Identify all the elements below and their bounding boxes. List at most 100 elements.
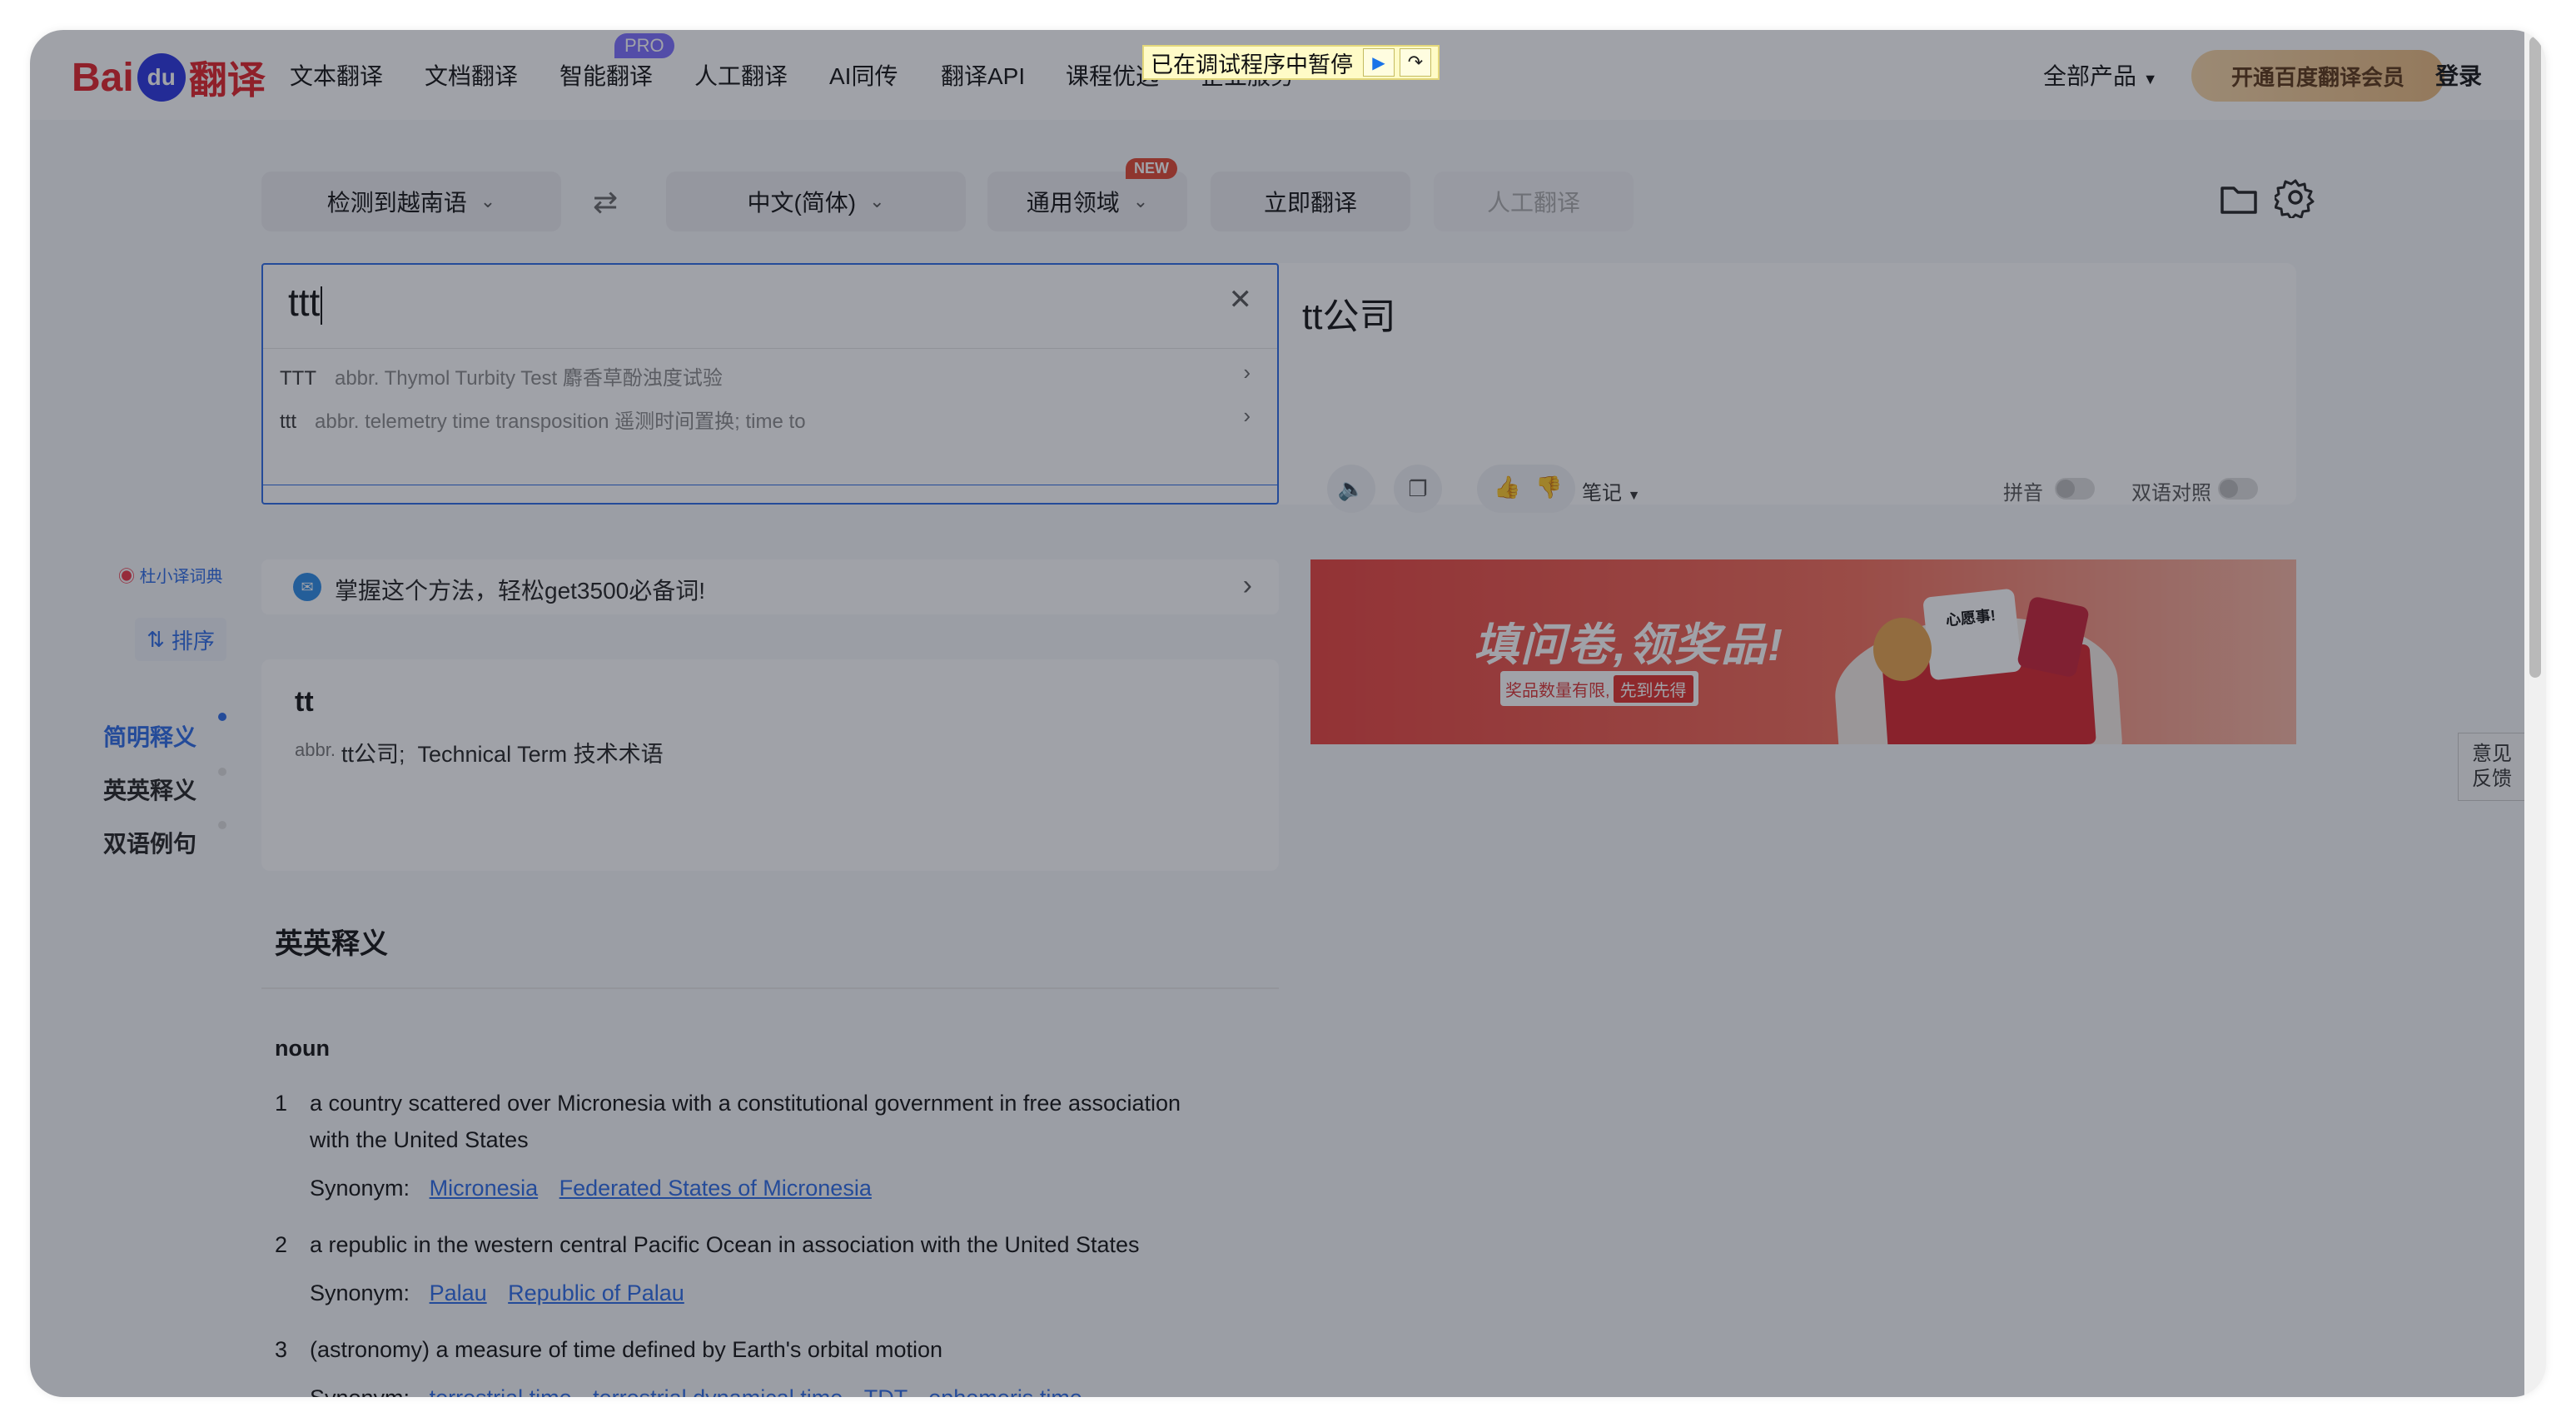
speaker-icon[interactable]: 🔈 bbox=[1327, 465, 1375, 513]
bilingual-toggle[interactable] bbox=[2218, 478, 2258, 500]
banner-subline-text: 奖品数量有限, bbox=[1505, 681, 1610, 700]
feedback-line2: 反馈 bbox=[2472, 768, 2512, 790]
domain-label: 通用领域 bbox=[1026, 190, 1120, 216]
source-language-select[interactable]: 检测到越南语 ⌄ bbox=[261, 172, 561, 231]
synonym-link[interactable]: ephemeris time bbox=[928, 1385, 1082, 1397]
baidu-fanyi-logo[interactable]: Bai du 翻译 bbox=[72, 40, 266, 115]
vocab-promo-bar[interactable]: ✉ 掌握这个方法，轻松get3500必备词! › bbox=[261, 559, 1279, 614]
chevron-down-icon: ⌄ bbox=[869, 191, 885, 211]
source-text-input[interactable]: ttt bbox=[288, 280, 322, 325]
chevron-right-icon: › bbox=[1243, 360, 1251, 385]
banner-subline: 奖品数量有限, 先到先得 bbox=[1500, 671, 1698, 706]
rail-dot bbox=[218, 821, 226, 829]
synonym-row: Synonym: Micronesia Federated States of … bbox=[310, 1176, 872, 1201]
swap-languages-icon[interactable]: ⇄ bbox=[593, 185, 618, 220]
all-products-menu[interactable]: 全部产品 ▼ bbox=[2043, 58, 2158, 92]
synonym-label: Synonym: bbox=[310, 1385, 410, 1397]
sort-label: 排序 bbox=[171, 628, 215, 654]
source-language-label: 检测到越南语 bbox=[326, 190, 467, 216]
synonym-link[interactable]: Republic of Palau bbox=[508, 1280, 684, 1305]
brief-meaning: tt公司; Technical Term 技术术语 bbox=[341, 742, 664, 767]
banner-gift-bag: 心愿事! bbox=[1922, 588, 2022, 681]
suggestion-word: ttt bbox=[280, 410, 297, 433]
target-language-select[interactable]: 中文(简体) ⌄ bbox=[666, 172, 966, 231]
nav-ai-interpret[interactable]: AI同传 bbox=[829, 58, 898, 92]
domain-select[interactable]: 通用领域 ⌄ bbox=[987, 172, 1187, 231]
nav-human-translate[interactable]: 人工翻译 bbox=[694, 58, 788, 92]
synonym-row: Synonym: Palau Republic of Palau bbox=[310, 1280, 684, 1306]
all-products-label: 全部产品 bbox=[2043, 63, 2137, 89]
nav-translate-api[interactable]: 翻译API bbox=[941, 58, 1025, 92]
survey-prize-banner[interactable]: 填问卷,领奖品! 奖品数量有限, 先到先得 心愿事! bbox=[1310, 559, 2296, 744]
section-title-english: 英英释义 bbox=[275, 928, 388, 960]
settings-gear-icon[interactable] bbox=[2272, 177, 2316, 221]
pos-heading: noun bbox=[275, 1036, 330, 1061]
banner-bear-mascot bbox=[1873, 618, 1932, 681]
sense-text: a country scattered over Micronesia with… bbox=[310, 1091, 1181, 1116]
suggestion-definition: abbr. telemetry time transposition 遥测时间置… bbox=[315, 410, 806, 433]
thumbs-down-icon[interactable]: 👎 bbox=[1535, 475, 1562, 500]
synonym-link[interactable]: Federated States of Micronesia bbox=[559, 1176, 872, 1201]
target-language-label: 中文(简体) bbox=[747, 190, 857, 216]
suggestion-word: TTT bbox=[280, 367, 316, 390]
synonym-link[interactable]: terrestrial time bbox=[430, 1385, 572, 1397]
chevron-right-icon: › bbox=[1243, 403, 1251, 428]
chevron-down-icon: ⌄ bbox=[1132, 191, 1149, 211]
section-divider bbox=[261, 987, 1279, 989]
source-text-area[interactable]: ttt ✕ TTT abbr. Thymol Turbity Test 麝香草酚浊… bbox=[261, 263, 1279, 505]
vip-membership-button[interactable]: 开通百度翻译会员 bbox=[2191, 50, 2444, 102]
banner-cta: 先到先得 bbox=[1613, 674, 1693, 703]
translation-output-panel: tt公司 🔈 ❐ 👍 👎 笔记 ▼ 拼音 双语对照 bbox=[1279, 263, 2296, 513]
dict-source-label: 杜小译词典 bbox=[139, 568, 223, 586]
pinyin-toggle[interactable] bbox=[2055, 478, 2095, 500]
rail-item-english[interactable]: 英英释义 bbox=[103, 773, 196, 806]
logo-bai-text: Bai bbox=[72, 55, 134, 100]
rail-item-examples[interactable]: 双语例句 bbox=[103, 826, 196, 859]
resume-icon[interactable]: ▶ bbox=[1363, 48, 1395, 77]
rail-dot bbox=[218, 768, 226, 776]
sense-text: (astronomy) a measure of time defined by… bbox=[310, 1337, 942, 1362]
debugger-paused-banner-top: 已在调试程序中暂停 ▶ ↷ bbox=[1142, 45, 1440, 80]
notes-menu[interactable]: 笔记 ▼ bbox=[1582, 476, 1641, 505]
promo-text: 掌握这个方法，轻松get3500必备词! bbox=[335, 578, 705, 604]
nav-doc-translate[interactable]: 文档翻译 bbox=[425, 58, 518, 92]
suggestion-item[interactable]: TTT abbr. Thymol Turbity Test 麝香草酚浊度试验 › bbox=[263, 353, 1277, 395]
nav-smart-translate[interactable]: 智能翻译 bbox=[559, 58, 653, 92]
nav-text-translate[interactable]: 文本翻译 bbox=[290, 58, 383, 92]
sense-number: 2 bbox=[275, 1232, 288, 1257]
dict-source[interactable]: ◉ 杜小译词典 bbox=[118, 563, 223, 587]
feedback-button[interactable]: 意见 反馈 bbox=[2458, 733, 2526, 801]
clear-input-icon[interactable]: ✕ bbox=[1229, 283, 1253, 316]
brief-definition-card: tt abbr. tt公司; Technical Term 技术术语 bbox=[261, 659, 1279, 871]
synonym-link[interactable]: Micronesia bbox=[430, 1176, 539, 1201]
notes-label: 笔记 bbox=[1582, 482, 1622, 505]
synonym-row: Synonym: terrestrial time terrestrial dy… bbox=[310, 1385, 1082, 1397]
sort-button[interactable]: ⇅ 排序 bbox=[135, 618, 226, 661]
chat-bubble-icon: ✉ bbox=[293, 573, 321, 601]
rating-group: 👍 👎 bbox=[1477, 465, 1575, 513]
sense-number: 3 bbox=[275, 1337, 288, 1362]
sort-icon: ⇅ bbox=[147, 626, 165, 652]
login-link[interactable]: 登录 bbox=[2435, 58, 2482, 92]
thumbs-up-icon[interactable]: 👍 bbox=[1494, 475, 1520, 500]
rail-item-brief[interactable]: 简明释义 bbox=[103, 719, 196, 753]
folder-icon[interactable] bbox=[2218, 178, 2260, 220]
synonym-link[interactable]: Palau bbox=[430, 1280, 487, 1305]
step-over-icon[interactable]: ↷ bbox=[1400, 48, 1431, 77]
copy-icon[interactable]: ❐ bbox=[1394, 465, 1442, 513]
headword: tt bbox=[295, 686, 314, 718]
suggestion-item[interactable]: ttt abbr. telemetry time transposition 遥测… bbox=[263, 396, 1277, 438]
synonym-label: Synonym: bbox=[310, 1176, 410, 1201]
human-translate-button[interactable]: 人工翻译 bbox=[1434, 172, 1634, 231]
rail-dot-active bbox=[218, 713, 226, 721]
scrollbar-thumb[interactable] bbox=[2529, 37, 2541, 678]
synonym-link[interactable]: terrestrial dynamical time bbox=[593, 1385, 843, 1397]
suggestion-divider bbox=[263, 348, 1277, 349]
browser-window: Bai du 翻译 文本翻译 文档翻译 智能翻译 PRO 人工翻译 AI同传 翻… bbox=[30, 30, 2546, 1397]
sense-text-continued: with the United States bbox=[310, 1127, 529, 1152]
logo-fanyi-text: 翻译 bbox=[188, 58, 266, 102]
pro-badge: PRO bbox=[614, 33, 674, 58]
vertical-scrollbar[interactable] bbox=[2524, 30, 2546, 1397]
synonym-link[interactable]: TDT bbox=[864, 1385, 908, 1397]
translate-now-button[interactable]: 立即翻译 bbox=[1211, 172, 1410, 231]
